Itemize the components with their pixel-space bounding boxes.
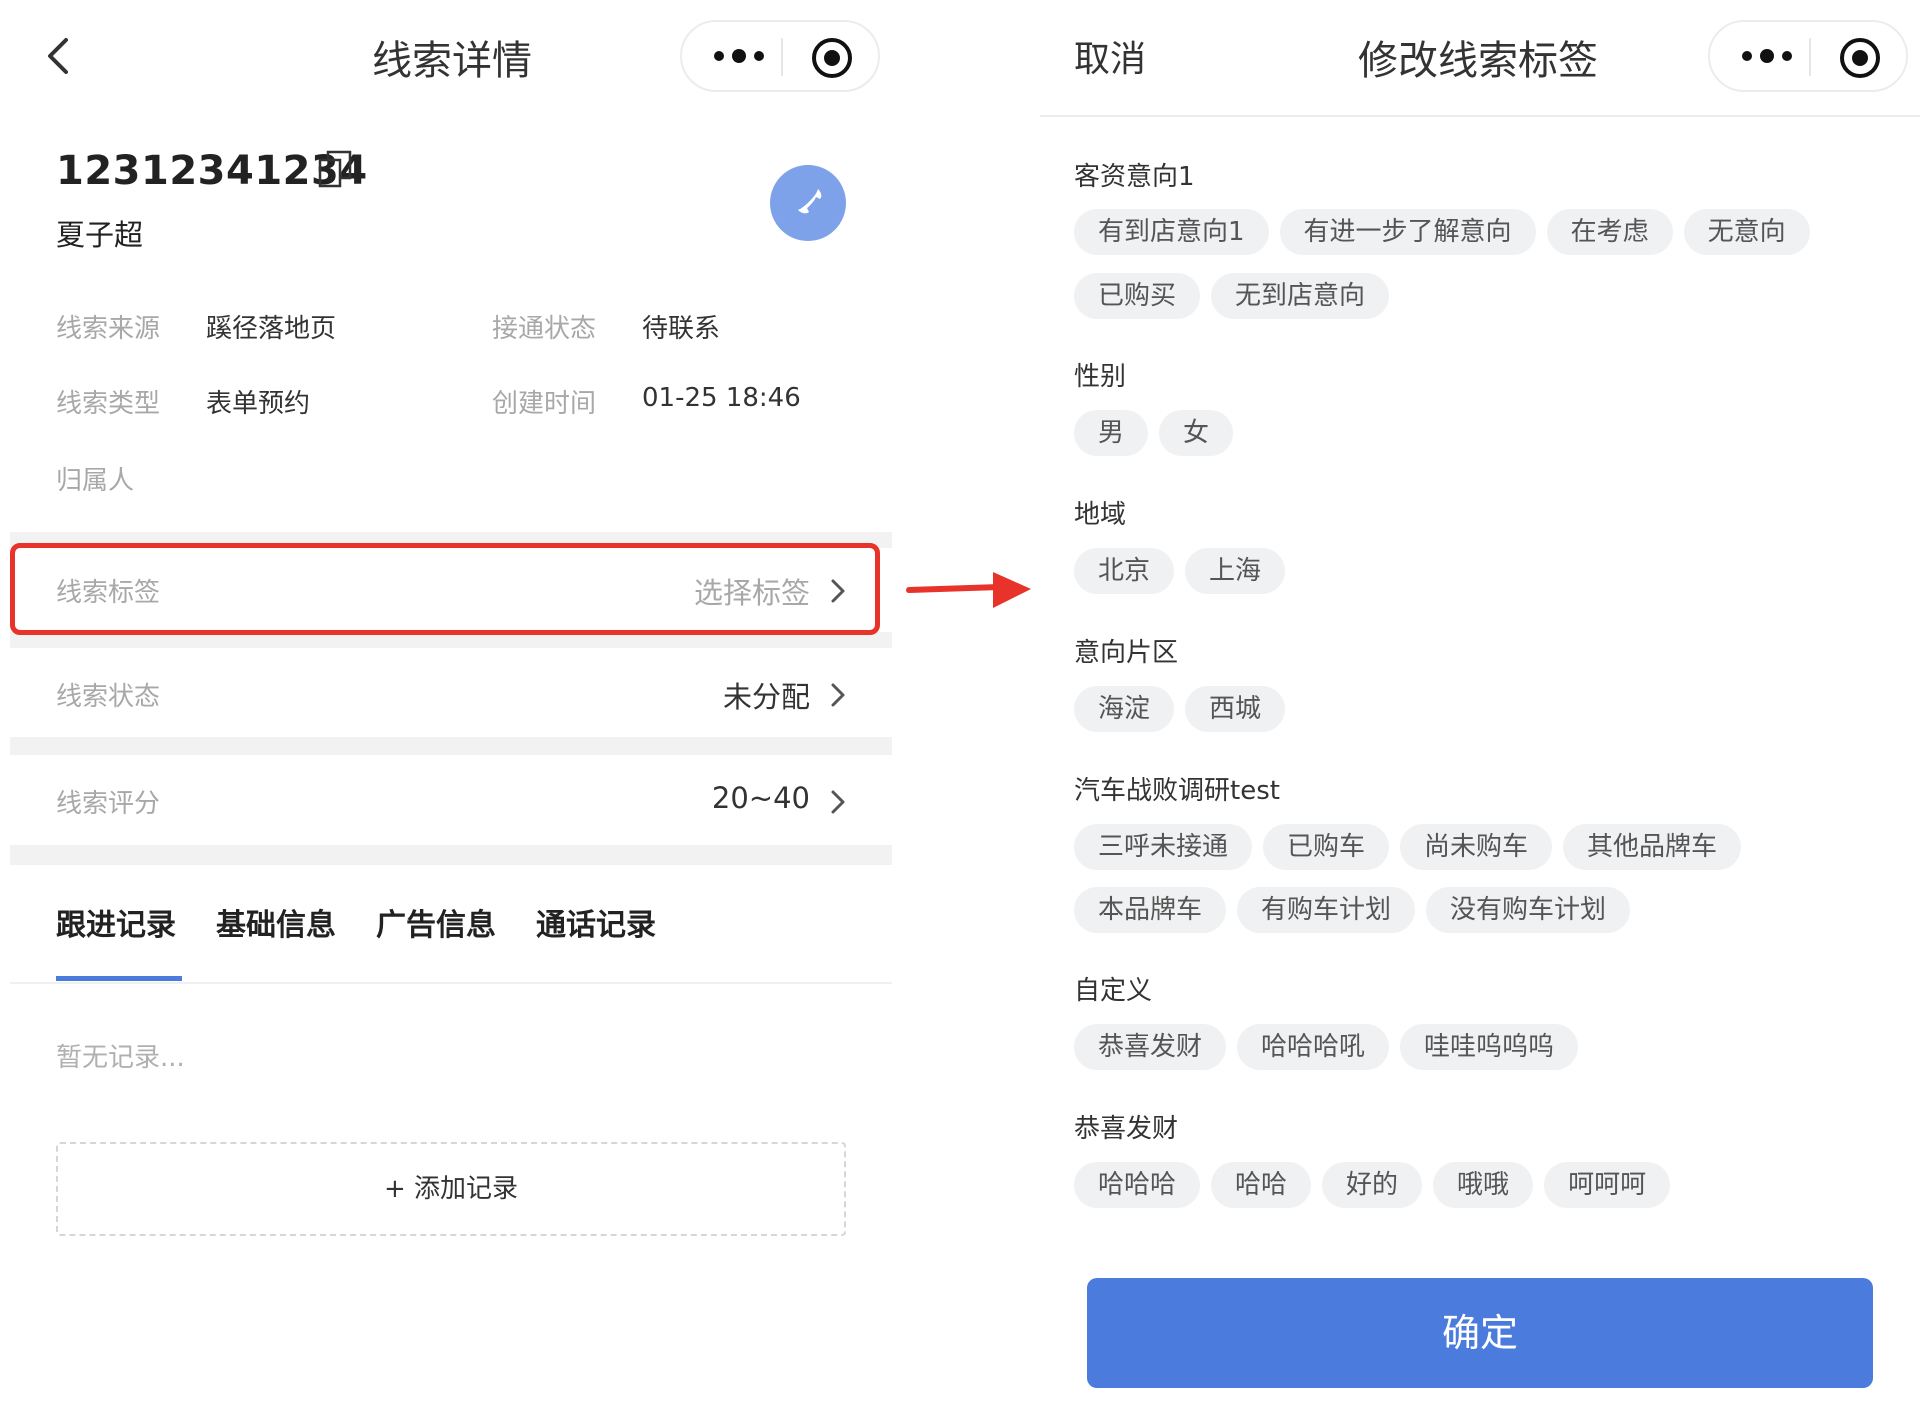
row-lead-score[interactable]: 线索评分 20~40: [10, 755, 892, 845]
section-separator: [10, 845, 892, 865]
tag-chip[interactable]: 已购买: [1074, 273, 1201, 319]
edit-tags-panel: 取消 修改线索标签 客资意向1 有到店意向1 有进一步了解意向 在考虑 无意向 …: [1040, 0, 1920, 1426]
tag-chip[interactable]: 好的: [1322, 1162, 1423, 1208]
chevron-left-icon[interactable]: [38, 34, 82, 78]
more-dots-icon[interactable]: [1740, 44, 1794, 68]
cancel-button[interactable]: 取消: [1074, 30, 1146, 82]
tag-chip[interactable]: 没有购车计划: [1426, 887, 1631, 933]
tab-divider: [10, 982, 892, 984]
info-value-source: 蹊径落地页: [206, 314, 337, 344]
tag-chip[interactable]: 哈哈哈: [1074, 1162, 1201, 1208]
tag-chip[interactable]: 无意向: [1683, 209, 1810, 255]
tag-chip[interactable]: 有到店意向1: [1074, 209, 1269, 255]
tag-row: 本品牌车 有购车计划 没有购车计划: [1074, 887, 1631, 933]
tab-call-records[interactable]: 通话记录: [536, 900, 656, 944]
page-title: 修改线索标签: [1358, 38, 1598, 84]
mini-program-capsule: [680, 20, 880, 92]
tag-chip[interactable]: 男: [1074, 410, 1149, 456]
tag-chip[interactable]: 上海: [1185, 548, 1286, 594]
tag-chip[interactable]: 呵呵呵: [1544, 1162, 1671, 1208]
target-icon[interactable]: [810, 36, 854, 80]
info-value-connect: 待联系: [642, 314, 721, 344]
tag-row: 恭喜发财 哈哈哈吼 哇哇呜呜呜: [1074, 1024, 1579, 1070]
tag-chip[interactable]: 有购车计划: [1237, 887, 1416, 933]
tab-follow-up[interactable]: 跟进记录: [56, 900, 176, 944]
chevron-right-icon: [831, 683, 845, 707]
tag-chip[interactable]: 有进一步了解意向: [1279, 209, 1536, 255]
tag-row: 三呼未接通 已购车 尚未购车 其他品牌车: [1074, 824, 1742, 870]
tag-chip[interactable]: 其他品牌车: [1563, 824, 1742, 870]
tag-chip[interactable]: 哇哇呜呜呜: [1400, 1024, 1579, 1070]
tag-chip[interactable]: 本品牌车: [1074, 887, 1227, 933]
section-title: 性别: [1074, 362, 1127, 392]
info-label-owner: 归属人: [56, 466, 135, 496]
tag-chip[interactable]: 哈哈哈吼: [1237, 1024, 1390, 1070]
tag-row: 北京 上海: [1074, 548, 1286, 594]
tab-basic-info[interactable]: 基础信息: [216, 900, 336, 944]
tag-chip[interactable]: 恭喜发财: [1074, 1024, 1227, 1070]
tag-chip[interactable]: 哦哦: [1433, 1162, 1534, 1208]
tag-chip[interactable]: 西城: [1185, 686, 1286, 732]
section-title: 客资意向1: [1074, 162, 1195, 192]
copy-icon[interactable]: [318, 150, 352, 188]
row-value: 20~40: [711, 781, 810, 815]
tag-chip[interactable]: 女: [1159, 410, 1234, 456]
empty-records-text: 暂无记录...: [56, 1043, 185, 1073]
tag-chip[interactable]: 海淀: [1074, 686, 1175, 732]
target-icon[interactable]: [1838, 36, 1882, 80]
confirm-button[interactable]: 确定: [1087, 1278, 1873, 1388]
info-label-connect: 接通状态: [492, 314, 597, 344]
add-record-button[interactable]: + 添加记录: [56, 1142, 846, 1236]
section-title: 地域: [1074, 500, 1127, 530]
tag-chip[interactable]: 无到店意向: [1211, 273, 1390, 319]
section-title: 恭喜发财: [1074, 1114, 1179, 1144]
tag-chip[interactable]: 已购车: [1263, 824, 1390, 870]
mini-program-capsule: [1708, 20, 1908, 92]
section-title: 自定义: [1074, 976, 1153, 1006]
lead-detail-panel: 线索详情 12312341234 夏子超 线索来源 蹊径落地页 接通状态 待联系…: [0, 0, 900, 1426]
highlight-box: [10, 543, 880, 635]
tag-row: 已购买 无到店意向: [1074, 273, 1390, 319]
chevron-right-icon: [831, 790, 845, 814]
section-title: 汽车战败调研test: [1074, 776, 1280, 806]
tag-chip[interactable]: 在考虑: [1546, 209, 1673, 255]
more-dots-icon[interactable]: [712, 44, 766, 68]
capsule-divider: [781, 38, 783, 76]
tag-chip[interactable]: 哈哈: [1211, 1162, 1312, 1208]
tag-chip[interactable]: 尚未购车: [1400, 824, 1553, 870]
tab-ad-info[interactable]: 广告信息: [376, 900, 496, 944]
tag-row: 有到店意向1 有进一步了解意向 在考虑 无意向: [1074, 209, 1810, 255]
section-separator: [10, 737, 892, 755]
info-label-source: 线索来源: [56, 314, 161, 344]
info-label-type: 线索类型: [56, 389, 161, 419]
row-label: 线索状态: [56, 682, 161, 712]
row-lead-status[interactable]: 线索状态 未分配: [10, 648, 892, 737]
row-label: 线索评分: [56, 789, 161, 819]
page-title: 线索详情: [372, 38, 532, 84]
active-tab-indicator: [56, 976, 182, 981]
header-divider: [1040, 115, 1920, 117]
tag-row: 海淀 西城: [1074, 686, 1286, 732]
phone-icon: [798, 189, 822, 214]
tag-chip[interactable]: 三呼未接通: [1074, 824, 1253, 870]
tag-chip[interactable]: 北京: [1074, 548, 1175, 594]
row-value: 未分配: [722, 680, 810, 714]
capsule-divider: [1809, 38, 1811, 76]
info-label-created: 创建时间: [492, 389, 597, 419]
section-title: 意向片区: [1074, 638, 1179, 668]
call-button[interactable]: [770, 165, 846, 241]
tag-row: 哈哈哈 哈哈 好的 哦哦 呵呵呵: [1074, 1162, 1671, 1208]
lead-name: 夏子超: [56, 218, 144, 252]
tag-row: 男 女: [1074, 410, 1234, 456]
info-value-type: 表单预约: [206, 389, 311, 419]
info-value-created: 01-25 18:46: [642, 383, 801, 413]
red-arrow-icon: [906, 572, 1031, 608]
